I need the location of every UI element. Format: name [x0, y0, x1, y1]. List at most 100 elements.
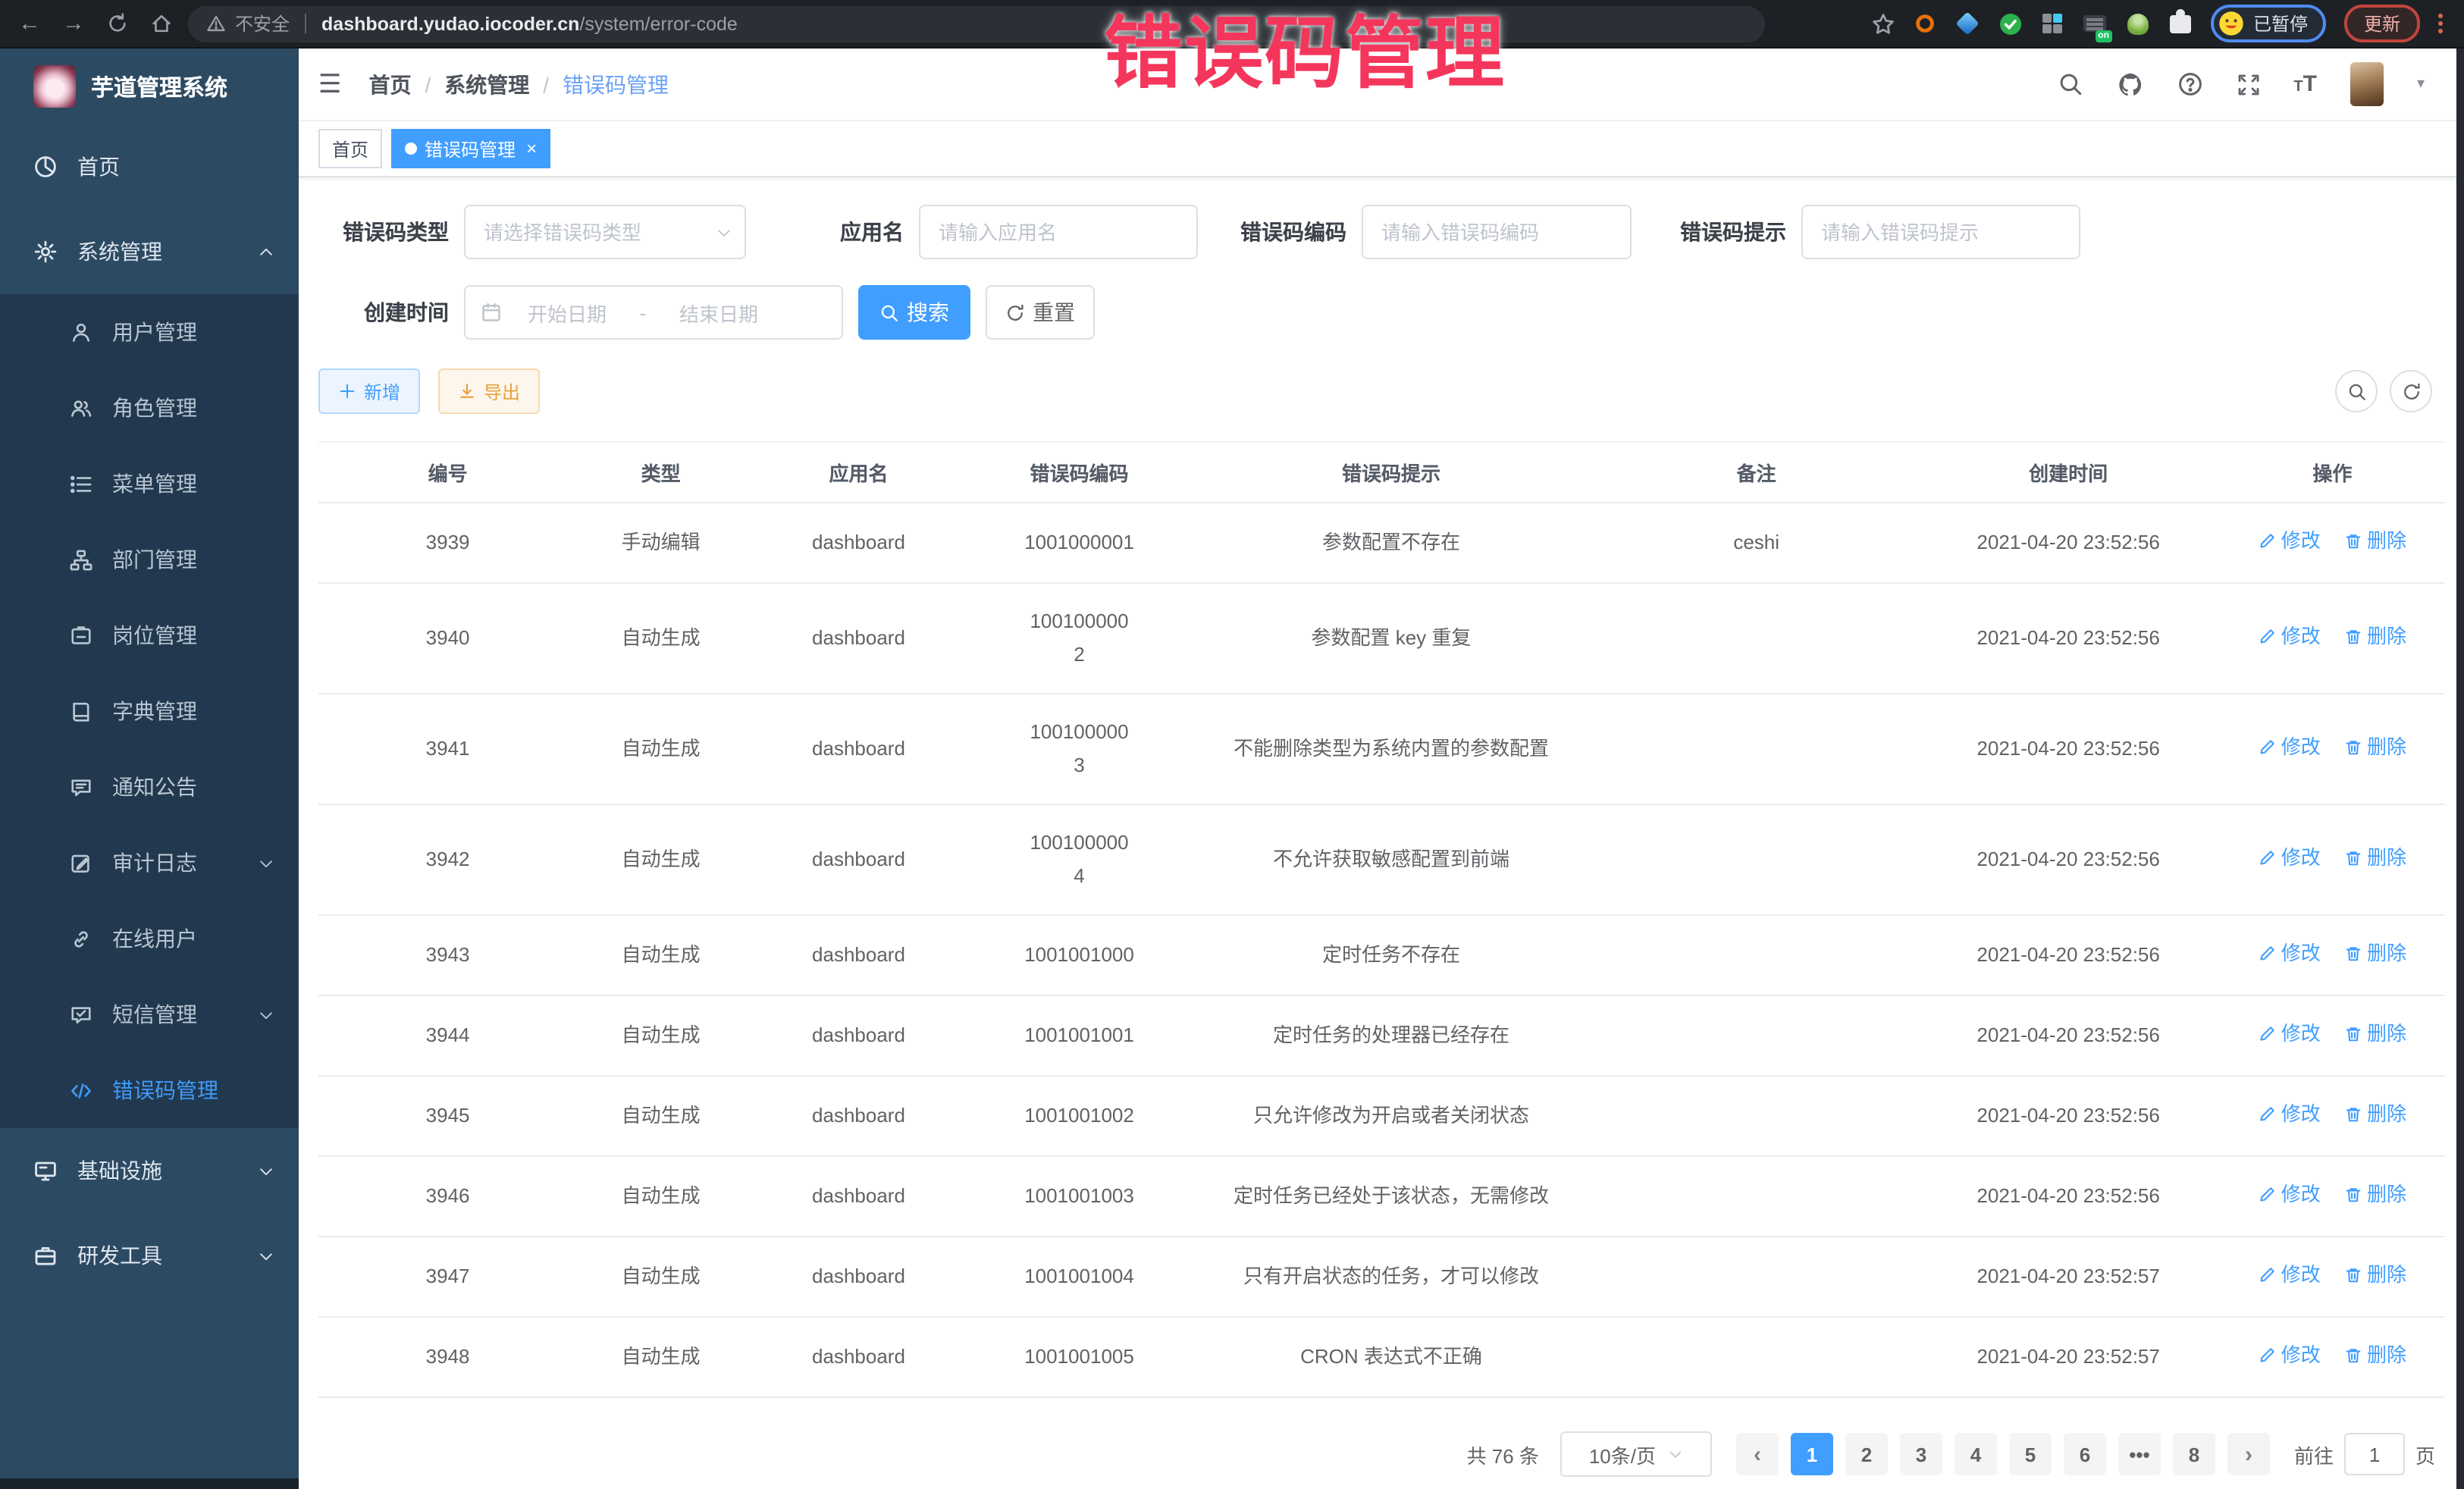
cell-app: dashboard — [745, 583, 973, 694]
extensions-puzzle-icon[interactable] — [2168, 11, 2193, 36]
help-icon[interactable] — [2177, 71, 2202, 97]
page-button-5[interactable]: 5 — [2009, 1433, 2052, 1475]
search-button[interactable]: 搜索 — [858, 285, 970, 340]
browser-toolbar: ← → 不安全 dashboard.yudao.iocoder.cn/syste… — [0, 0, 2464, 49]
delete-link[interactable]: 删除 — [2344, 1178, 2406, 1212]
fullscreen-icon[interactable] — [2236, 72, 2260, 96]
export-button[interactable]: 导出 — [438, 368, 540, 414]
page-button-2[interactable]: 2 — [1845, 1433, 1888, 1475]
user-caret-icon[interactable]: ▾ — [2417, 76, 2425, 92]
date-range-picker[interactable]: 开始日期 - 结束日期 — [464, 285, 843, 340]
cell-memo — [1597, 1156, 1917, 1237]
sidebar-item-error-code[interactable]: 错误码管理 — [0, 1052, 299, 1128]
browser-scrollbar[interactable] — [2456, 49, 2464, 1489]
extension-icon[interactable] — [1998, 11, 2023, 36]
sidebar-item-home[interactable]: 首页 — [0, 124, 299, 209]
reload-icon[interactable] — [106, 12, 129, 35]
url-host: dashboard.yudao.iocoder.cn — [321, 13, 579, 34]
sidebar-item-menus[interactable]: 菜单管理 — [0, 446, 299, 522]
delete-link[interactable]: 删除 — [2344, 1339, 2406, 1372]
system-submenu: 用户管理 角色管理 菜单管理 部门管理 岗位管理 — [0, 294, 299, 1128]
show-search-button[interactable] — [2335, 370, 2378, 412]
cell-time: 2021-04-20 23:52:57 — [1916, 1317, 2220, 1397]
extension-icon[interactable]: on — [2083, 11, 2108, 36]
github-icon[interactable] — [2116, 71, 2143, 98]
forward-icon[interactable]: → — [62, 12, 85, 35]
error-msg-input[interactable] — [1801, 205, 2080, 259]
monitor-icon — [33, 1158, 58, 1183]
next-page-button[interactable]: › — [2227, 1433, 2270, 1475]
edit-link[interactable]: 修改 — [2259, 1017, 2321, 1051]
page-button-4[interactable]: 4 — [1955, 1433, 1997, 1475]
edit-link[interactable]: 修改 — [2259, 1098, 2321, 1131]
edit-link[interactable]: 修改 — [2259, 525, 2321, 558]
table-row: 3940 自动生成 dashboard 1001000002 参数配置 key … — [318, 583, 2444, 694]
home-icon[interactable] — [150, 12, 173, 35]
prev-page-button[interactable]: ‹ — [1736, 1433, 1779, 1475]
edit-link[interactable]: 修改 — [2259, 1259, 2321, 1292]
breadcrumb-system[interactable]: 系统管理 — [444, 69, 529, 99]
page-button-8[interactable]: 8 — [2173, 1433, 2215, 1475]
page-button-3[interactable]: 3 — [1900, 1433, 1942, 1475]
edit-link[interactable]: 修改 — [2259, 1178, 2321, 1212]
user-avatar[interactable] — [2350, 62, 2384, 106]
add-button[interactable]: 新增 — [318, 368, 420, 414]
sidebar-item-audit-log[interactable]: 审计日志 — [0, 825, 299, 901]
refresh-table-button[interactable] — [2390, 370, 2432, 412]
delete-link[interactable]: 删除 — [2344, 1017, 2406, 1051]
paused-extension-pill[interactable]: 已暂停 — [2211, 5, 2326, 42]
page-button-1[interactable]: 1 — [1791, 1433, 1833, 1475]
close-icon[interactable]: × — [526, 138, 537, 159]
sidebar-item-online-users[interactable]: 在线用户 — [0, 901, 299, 976]
edit-link[interactable]: 修改 — [2259, 620, 2321, 654]
sidebar-item-users[interactable]: 用户管理 — [0, 294, 299, 370]
sidebar-item-roles[interactable]: 角色管理 — [0, 370, 299, 446]
delete-link[interactable]: 删除 — [2344, 1259, 2406, 1292]
error-code-input[interactable] — [1362, 205, 1632, 259]
app-name-input[interactable] — [919, 205, 1198, 259]
sidebar-item-system[interactable]: 系统管理 — [0, 209, 299, 294]
page-size-select[interactable]: 10条/页 — [1560, 1431, 1712, 1477]
reset-button[interactable]: 重置 — [986, 285, 1095, 340]
extension-icon[interactable] — [1956, 11, 1980, 36]
page-button-6[interactable]: 6 — [2064, 1433, 2106, 1475]
sidebar-item-departments[interactable]: 部门管理 — [0, 522, 299, 597]
edit-link[interactable]: 修改 — [2259, 1339, 2321, 1372]
tab-home[interactable]: 首页 — [318, 129, 382, 168]
extension-icon[interactable] — [1914, 11, 1938, 36]
sidebar-item-dev-tools[interactable]: 研发工具 — [0, 1213, 299, 1298]
delete-link[interactable]: 删除 — [2344, 937, 2406, 970]
edit-link[interactable]: 修改 — [2259, 731, 2321, 764]
error-msg-label: 错误码提示 — [1671, 217, 1786, 247]
error-type-select[interactable] — [464, 205, 746, 259]
address-bar[interactable]: 不安全 dashboard.yudao.iocoder.cn/system/er… — [188, 5, 1765, 42]
font-size-icon[interactable]: TT — [2293, 73, 2317, 96]
sidebar-item-sms[interactable]: 短信管理 — [0, 976, 299, 1052]
breadcrumb-home[interactable]: 首页 — [369, 69, 412, 99]
edit-link[interactable]: 修改 — [2259, 842, 2321, 875]
delete-link[interactable]: 删除 — [2344, 525, 2406, 558]
jump-page-input[interactable] — [2344, 1433, 2405, 1475]
edit-link[interactable]: 修改 — [2259, 937, 2321, 970]
cell-ops: 修改 删除 — [2221, 583, 2444, 694]
delete-link[interactable]: 删除 — [2344, 842, 2406, 875]
update-button[interactable]: 更新 — [2344, 5, 2420, 42]
users-icon — [70, 397, 92, 419]
sidebar-item-posts[interactable]: 岗位管理 — [0, 597, 299, 673]
sidebar-item-dicts[interactable]: 字典管理 — [0, 673, 299, 749]
delete-link[interactable]: 删除 — [2344, 1098, 2406, 1131]
app-logo[interactable]: 芋道管理系统 — [0, 49, 299, 124]
tab-error-code[interactable]: 错误码管理 × — [391, 129, 550, 168]
delete-link[interactable]: 删除 — [2344, 620, 2406, 654]
browser-menu-icon[interactable] — [2438, 14, 2443, 33]
search-icon[interactable] — [2057, 71, 2083, 97]
sidebar-item-notices[interactable]: 通知公告 — [0, 749, 299, 825]
bookmark-star-icon[interactable] — [1871, 11, 1895, 36]
back-icon[interactable]: ← — [18, 12, 41, 35]
extension-icon[interactable] — [2041, 11, 2065, 36]
sidebar-item-infrastructure[interactable]: 基础设施 — [0, 1128, 299, 1213]
pager-ellipsis[interactable]: ••• — [2118, 1433, 2161, 1475]
delete-link[interactable]: 删除 — [2344, 731, 2406, 764]
hamburger-icon[interactable]: ☰ — [318, 69, 342, 99]
extension-icon[interactable] — [2126, 11, 2150, 36]
